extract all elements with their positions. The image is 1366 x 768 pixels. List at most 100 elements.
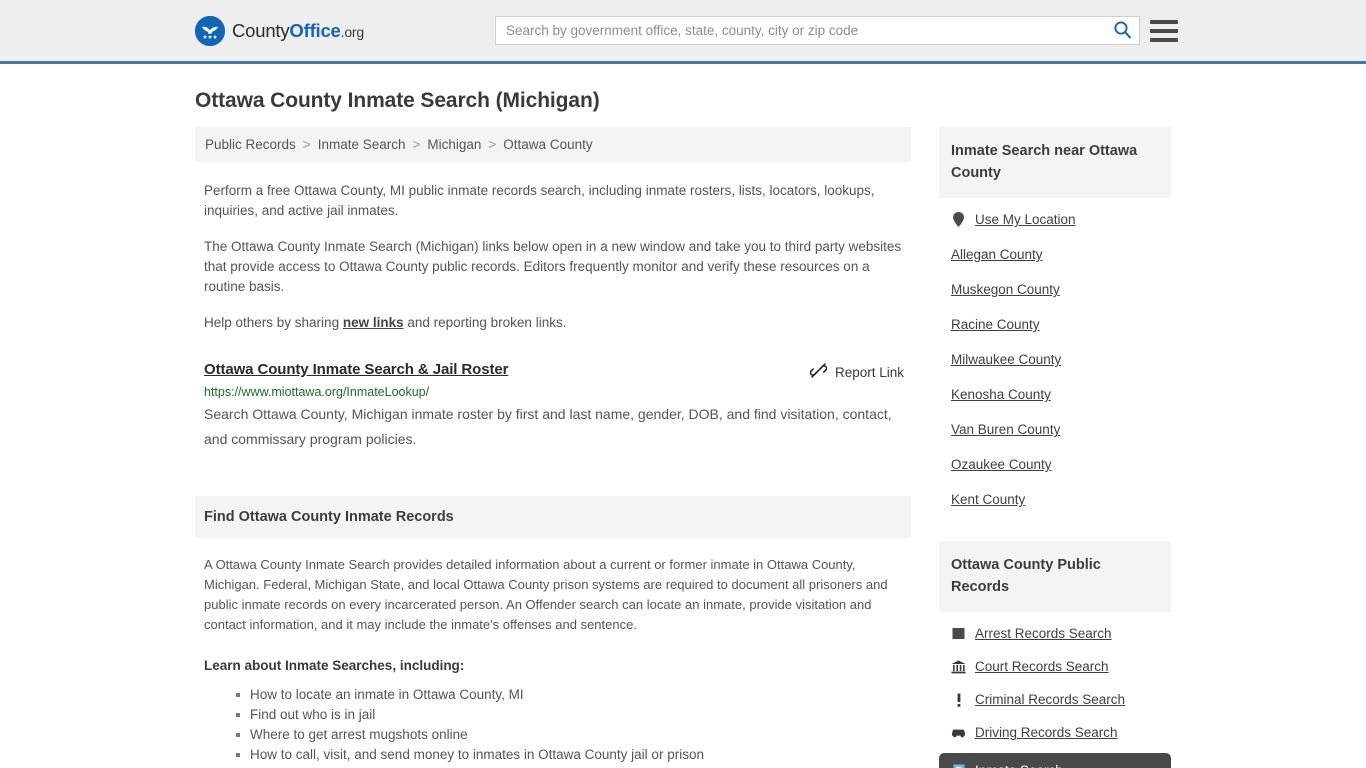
page-title: Ottawa County Inmate Search (Michigan) <box>195 89 600 112</box>
sidebar-nearby-heading: Inmate Search near Ottawa County <box>939 127 1171 198</box>
intro-paragraph-1: Perform a free Ottawa County, MI public … <box>204 183 875 218</box>
logo-wordmark: CountyOffice.org <box>232 20 364 42</box>
hamburger-bar <box>1150 28 1178 33</box>
sidebar-item-kenosha-county[interactable]: Kenosha County <box>939 377 1171 412</box>
sidebar-item-van-buren-county[interactable]: Van Buren County <box>939 412 1171 447</box>
breadcrumb-separator: > <box>488 137 497 152</box>
share-text-before: Help others by sharing <box>204 315 343 330</box>
sidebar-item-driving-records-search[interactable]: Driving Records Search <box>939 716 1171 749</box>
courthouse-icon <box>951 659 966 674</box>
find-records-body: A Ottawa County Inmate Search provides d… <box>204 557 888 632</box>
sidebar-item-racine-county[interactable]: Racine County <box>939 307 1171 342</box>
logo-text-org: .org <box>340 23 365 40</box>
list-item: Allegan County <box>939 237 1171 272</box>
car-icon <box>951 725 966 740</box>
sidebar-item-label: Racine County <box>951 317 1040 332</box>
sidebar-item-label: Court Records Search <box>975 659 1109 674</box>
sidebar-item-muskegon-county[interactable]: Muskegon County <box>939 272 1171 307</box>
logo-text-office: Office <box>289 19 341 41</box>
breadcrumb-separator: > <box>412 137 421 152</box>
exclamation-icon <box>951 692 966 707</box>
list-item: Court Records Search <box>939 650 1171 683</box>
sidebar-item-label: Kent County <box>951 492 1026 507</box>
list-item: Kent County <box>939 482 1171 517</box>
sidebar-item-label: Milwaukee County <box>951 352 1062 367</box>
list-item: Use My Location <box>939 198 1171 237</box>
hamburger-bar <box>1150 37 1178 42</box>
find-records-heading: Find Ottawa County Inmate Records <box>195 496 911 538</box>
sidebar-item-label: Muskegon County <box>951 282 1060 297</box>
sidebar-item-label: Ozaukee County <box>951 457 1052 472</box>
list-item: Ozaukee County <box>939 447 1171 482</box>
report-link-button[interactable]: Report Link <box>809 362 904 382</box>
fingerprint-card-icon <box>951 626 966 641</box>
sidebar-item-label: Inmate Search <box>975 763 1063 768</box>
learn-about-title: Learn about Inmate Searches, including: <box>204 658 465 673</box>
sidebar-item-label: Allegan County <box>951 247 1043 262</box>
result-header: Ottawa County Inmate Search & Jail Roste… <box>204 361 911 382</box>
logo-text-county: County <box>232 19 290 41</box>
list-item: Criminal Records Search <box>939 683 1171 716</box>
map-pin-icon <box>951 212 966 227</box>
list-item: Inmate Search <box>939 753 1171 768</box>
sidebar-nearby-list: Use My Location Allegan County Muskegon … <box>939 198 1171 517</box>
sidebar-item-inmate-search[interactable]: Inmate Search <box>939 753 1171 768</box>
page-container: Ottawa County Inmate Search (Michigan) P… <box>0 89 1366 768</box>
result-title-link[interactable]: Ottawa County Inmate Search & Jail Roste… <box>204 361 508 378</box>
intro-paragraph-3: Help others by sharing new links and rep… <box>204 313 910 333</box>
sidebar-item-milwaukee-county[interactable]: Milwaukee County <box>939 342 1171 377</box>
inmate-badge-icon <box>951 763 966 768</box>
list-item: Driving Records Search <box>939 716 1171 749</box>
sidebar-item-allegan-county[interactable]: Allegan County <box>939 237 1171 272</box>
search-icon <box>1113 20 1132 42</box>
sidebar-item-label: Arrest Records Search <box>975 626 1112 641</box>
result-url: https://www.miottawa.org/InmateLookup/ <box>204 385 430 399</box>
sidebar-item-ozaukee-county[interactable]: Ozaukee County <box>939 447 1171 482</box>
sidebar-item-use-my-location[interactable]: Use My Location <box>939 198 1171 237</box>
result-description: Search Ottawa County, Michigan inmate ro… <box>204 406 892 447</box>
list-item: Kenosha County <box>939 377 1171 412</box>
breadcrumb-item-inmate-search[interactable]: Inmate Search <box>318 137 406 152</box>
main-column: Public Records > Inmate Search > Michiga… <box>195 127 911 768</box>
content-row: Public Records > Inmate Search > Michiga… <box>195 127 1171 768</box>
hamburger-bar <box>1150 19 1178 24</box>
sidebar-item-label: Criminal Records Search <box>975 692 1126 707</box>
search-input[interactable] <box>496 17 1105 44</box>
breadcrumb-item-ottawa-county[interactable]: Ottawa County <box>503 137 592 152</box>
breadcrumb-item-michigan[interactable]: Michigan <box>427 137 481 152</box>
search-result: Ottawa County Inmate Search & Jail Roste… <box>204 361 911 452</box>
list-item: How to call, visit, and send money to in… <box>236 745 911 765</box>
sidebar-public-records-section: Ottawa County Public Records Arrest Reco… <box>939 541 1171 768</box>
site-logo[interactable]: CountyOffice.org <box>195 15 364 46</box>
list-item: Where to get arrest mugshots online <box>236 725 911 745</box>
report-link-label: Report Link <box>834 364 904 380</box>
sidebar-item-label: Kenosha County <box>951 387 1051 402</box>
broken-link-icon <box>809 362 828 382</box>
sidebar: Inmate Search near Ottawa County Use My … <box>939 127 1171 768</box>
list-item: Find out who is in jail <box>236 705 911 725</box>
sidebar-item-kent-county[interactable]: Kent County <box>939 482 1171 517</box>
list-item: Muskegon County <box>939 272 1171 307</box>
breadcrumb: Public Records > Inmate Search > Michiga… <box>195 127 911 162</box>
eagle-shield-logo-icon <box>195 15 225 46</box>
list-item: How to locate an inmate in Ottawa County… <box>236 685 911 705</box>
sidebar-item-criminal-records-search[interactable]: Criminal Records Search <box>939 683 1171 716</box>
breadcrumb-separator: > <box>302 137 311 152</box>
breadcrumb-item-public-records[interactable]: Public Records <box>205 137 296 152</box>
sidebar-item-arrest-records-search[interactable]: Arrest Records Search <box>939 612 1171 650</box>
share-text-after: and reporting broken links. <box>403 315 567 330</box>
list-item: Van Buren County <box>939 412 1171 447</box>
list-item: Milwaukee County <box>939 342 1171 377</box>
sidebar-item-label: Use My Location <box>975 212 1076 227</box>
list-item: Racine County <box>939 307 1171 342</box>
sidebar-item-label: Driving Records Search <box>975 725 1118 740</box>
search-bar <box>495 16 1140 45</box>
sidebar-item-label: Van Buren County <box>951 422 1061 437</box>
sidebar-public-records-list: Arrest Records Search Court Records Sear… <box>939 612 1171 768</box>
new-links-link[interactable]: new links <box>343 315 404 330</box>
sidebar-item-court-records-search[interactable]: Court Records Search <box>939 650 1171 683</box>
sidebar-public-records-heading: Ottawa County Public Records <box>939 541 1171 612</box>
search-button[interactable] <box>1105 17 1139 44</box>
site-header: CountyOffice.org <box>0 0 1366 64</box>
hamburger-menu-icon[interactable] <box>1150 19 1178 42</box>
